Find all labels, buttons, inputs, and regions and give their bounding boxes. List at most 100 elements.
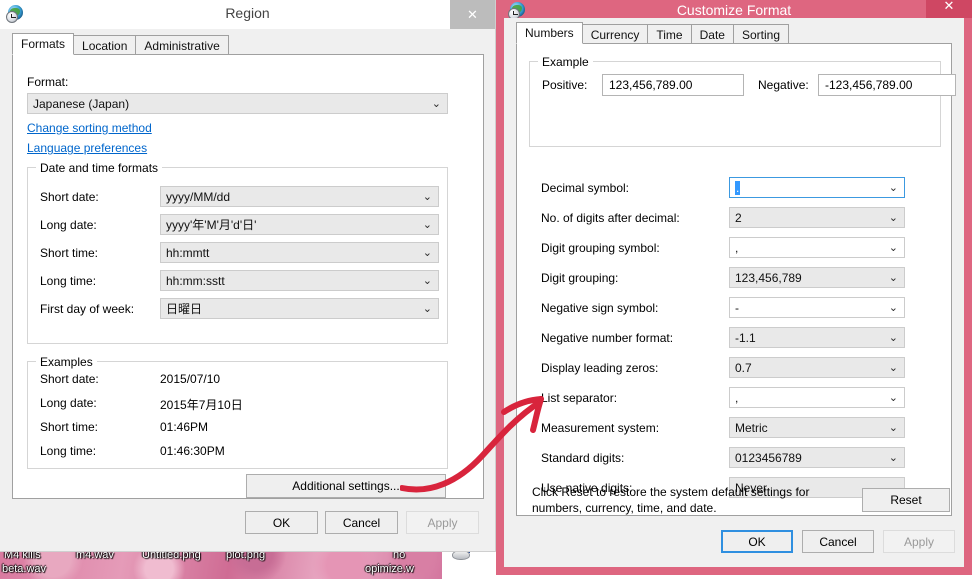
standard-digits-combobox[interactable]: 0123456789 ⌄: [729, 447, 905, 468]
digits-after-decimal-value: 2: [735, 210, 742, 225]
reset-description-line2: numbers, currency, time, and date.: [532, 501, 717, 515]
tab-currency[interactable]: Currency: [581, 24, 649, 44]
region-ok-button[interactable]: OK: [245, 511, 318, 534]
first-day-of-week-combobox[interactable]: 日曜日 ⌄: [160, 298, 439, 319]
chevron-down-icon: ⌄: [888, 212, 898, 224]
negative-example-field: -123,456,789.00: [818, 74, 956, 96]
positive-label: Positive:: [542, 78, 588, 92]
long-time-combobox[interactable]: hh:mm:sstt ⌄: [160, 270, 439, 291]
display-leading-zeros-value: 0.7: [735, 360, 752, 375]
customize-format-window: Customize Format ✕ Numbers Currency Time…: [496, 0, 972, 575]
tab-location[interactable]: Location: [73, 35, 137, 55]
list-separator-label: List separator:: [541, 391, 618, 405]
customize-cancel-button[interactable]: Cancel: [802, 530, 874, 553]
negative-sign-symbol-value: -: [735, 300, 739, 315]
decimal-symbol-value: .: [735, 180, 741, 195]
region-title: Region: [225, 5, 270, 21]
desktop-icon-label-betawav[interactable]: beta.wav: [2, 563, 46, 576]
chevron-down-icon: ⌄: [422, 219, 432, 231]
short-time-combobox[interactable]: hh:mmtt ⌄: [160, 242, 439, 263]
first-day-of-week-value: 日曜日: [166, 302, 203, 316]
positive-example-field: 123,456,789.00: [602, 74, 744, 96]
customize-title: Customize Format: [676, 2, 792, 18]
chevron-down-icon: ⌄: [422, 247, 432, 259]
digit-grouping-symbol-label: Digit grouping symbol:: [541, 241, 660, 255]
short-date-combobox[interactable]: yyyy/MM/dd ⌄: [160, 186, 439, 207]
region-formats-panel: Format: Japanese (Japan) ⌄ Change sortin…: [12, 54, 484, 499]
desktop-icon-label-opimizew[interactable]: opimize.w: [365, 563, 414, 576]
display-leading-zeros-combobox[interactable]: 0.7 ⌄: [729, 357, 905, 378]
format-combobox-value: Japanese (Japan): [33, 96, 130, 111]
tab-administrative[interactable]: Administrative: [135, 35, 229, 55]
customize-body: Numbers Currency Time Date Sorting Examp…: [504, 18, 964, 567]
standard-digits-value: 0123456789: [735, 450, 802, 465]
measurement-system-combobox[interactable]: Metric ⌄: [729, 417, 905, 438]
screen: M4 kills beta.wav m4.wav Untitled.png pl…: [0, 0, 972, 579]
decimal-symbol-label: Decimal symbol:: [541, 181, 630, 195]
chevron-down-icon: ⌄: [888, 452, 898, 464]
long-date-label: Long date:: [40, 218, 97, 232]
example-legend: Example: [538, 55, 593, 69]
example-group: Example Positive: 123,456,789.00 Negativ…: [529, 55, 956, 147]
region-titlebar[interactable]: Region ✕: [0, 0, 495, 29]
format-combobox[interactable]: Japanese (Japan) ⌄: [27, 93, 448, 114]
long-date-combobox[interactable]: yyyy'年'M'月'd'日' ⌄: [160, 214, 439, 235]
tab-numbers[interactable]: Numbers: [516, 22, 583, 44]
tab-time[interactable]: Time: [647, 24, 692, 44]
short-time-value: hh:mmtt: [166, 245, 210, 260]
list-separator-value: ,: [735, 390, 739, 405]
tab-date[interactable]: Date: [690, 24, 734, 44]
long-time-value: hh:mm:sstt: [166, 273, 225, 288]
region-close-button[interactable]: ✕: [450, 0, 495, 29]
example-long-date-label: Long date:: [40, 396, 97, 410]
negative-sign-symbol-combobox[interactable]: - ⌄: [729, 297, 905, 318]
examples-legend: Examples: [36, 355, 97, 369]
decimal-symbol-combobox[interactable]: . ⌄: [729, 177, 905, 198]
measurement-system-label: Measurement system:: [541, 421, 660, 435]
negative-number-format-combobox[interactable]: -1.1 ⌄: [729, 327, 905, 348]
tab-sorting[interactable]: Sorting: [732, 24, 789, 44]
digit-grouping-label: Digit grouping:: [541, 271, 619, 285]
example-short-date-value: 2015/07/10: [160, 372, 221, 386]
reset-description: Click Reset to restore the system defaul…: [532, 484, 862, 516]
chevron-down-icon: ⌄: [888, 422, 898, 434]
measurement-system-value: Metric: [735, 420, 768, 435]
example-short-time-value: 01:46PM: [160, 420, 209, 434]
tab-formats[interactable]: Formats: [12, 33, 75, 55]
customize-ok-button[interactable]: OK: [721, 530, 793, 553]
reset-button[interactable]: Reset: [862, 488, 950, 512]
chevron-down-icon: ⌄: [888, 362, 898, 374]
change-sorting-method-link[interactable]: Change sorting method: [27, 121, 152, 135]
display-leading-zeros-label: Display leading zeros:: [541, 361, 659, 375]
short-time-label: Short time:: [40, 246, 99, 260]
standard-digits-label: Standard digits:: [541, 451, 625, 465]
digit-grouping-combobox[interactable]: 123,456,789 ⌄: [729, 267, 905, 288]
example-long-time-label: Long time:: [40, 444, 97, 458]
long-time-label: Long time:: [40, 274, 97, 288]
digits-after-decimal-combobox[interactable]: 2 ⌄: [729, 207, 905, 228]
digit-grouping-value: 123,456,789: [735, 270, 802, 285]
short-date-value: yyyy/MM/dd: [166, 189, 231, 204]
date-time-formats-group: Date and time formats Short date: yyyy/M…: [27, 161, 448, 344]
list-separator-combobox[interactable]: , ⌄: [729, 387, 905, 408]
chevron-down-icon: ⌄: [888, 302, 898, 314]
customize-close-button[interactable]: ✕: [926, 0, 972, 18]
long-date-value: yyyy'年'M'月'd'日': [166, 218, 257, 232]
example-short-time-label: Short time:: [40, 420, 99, 434]
region-cancel-button[interactable]: Cancel: [325, 511, 398, 534]
digit-grouping-symbol-combobox[interactable]: , ⌄: [729, 237, 905, 258]
negative-number-format-value: -1.1: [735, 330, 756, 345]
short-date-label: Short date:: [40, 190, 99, 204]
example-short-date-label: Short date:: [40, 372, 99, 386]
region-apply-button: Apply: [406, 511, 479, 534]
chevron-down-icon: ⌄: [422, 191, 432, 203]
region-window: Region ✕ Formats Location Administrative…: [0, 0, 496, 552]
language-preferences-link[interactable]: Language preferences: [27, 141, 147, 155]
chevron-down-icon: ⌄: [888, 392, 898, 404]
region-tabstrip: Formats Location Administrative: [12, 33, 229, 55]
first-day-of-week-label: First day of week:: [40, 302, 135, 316]
additional-settings-button[interactable]: Additional settings...: [246, 474, 446, 498]
chevron-down-icon: ⌄: [431, 98, 441, 110]
negative-label: Negative:: [758, 78, 809, 92]
format-label: Format:: [27, 75, 69, 89]
